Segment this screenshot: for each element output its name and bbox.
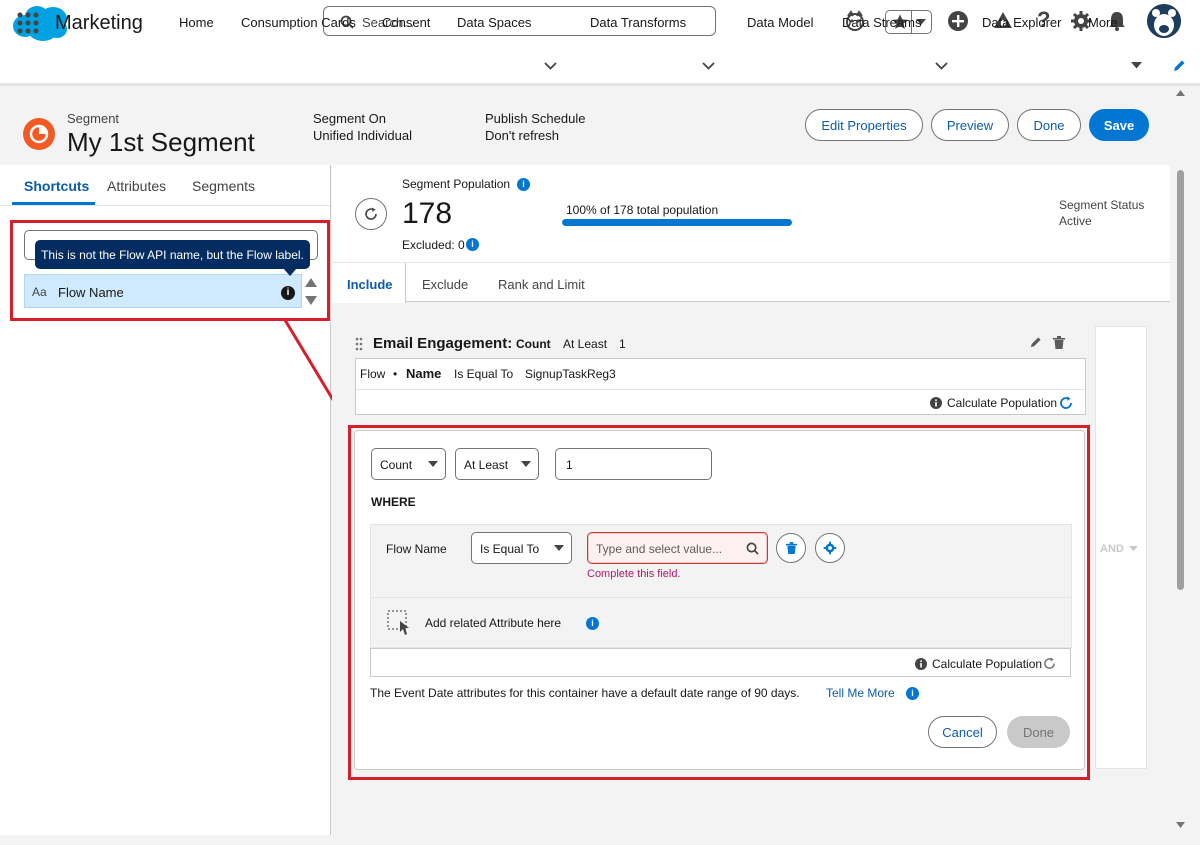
trash-icon[interactable]: [1053, 336, 1065, 349]
population-progress-bar: [562, 219, 792, 226]
tab-exclude[interactable]: Exclude: [422, 277, 468, 292]
criteria-bullet: •: [393, 367, 398, 381]
scroll-down-arrow-icon[interactable]: [1176, 822, 1185, 828]
divider: [356, 389, 1085, 390]
highlight-box: [348, 425, 1090, 780]
tab-include[interactable]: Include: [347, 277, 393, 292]
and-operator[interactable]: AND: [1100, 543, 1124, 555]
criteria-operator: Is Equal To: [454, 367, 514, 381]
segment-status-value: Active: [1059, 214, 1092, 228]
container-operator: At Least: [563, 337, 608, 351]
drag-handle-icon[interactable]: [355, 337, 363, 351]
info-icon[interactable]: i: [517, 178, 530, 191]
criteria-object: Flow: [360, 367, 386, 381]
bottom-strip: [0, 835, 1200, 845]
excluded-count: Excluded: 0: [402, 238, 465, 252]
criteria-value: SignupTaskReg3: [525, 367, 616, 381]
container-value: 1: [619, 337, 626, 351]
scrollbar-thumb[interactable]: [1177, 170, 1184, 590]
tab-rank-and-limit[interactable]: Rank and Limit: [498, 277, 585, 292]
calculate-population-link[interactable]: Calculate Population: [947, 396, 1057, 410]
population-progress-text: 100% of 178 total population: [566, 203, 719, 217]
pencil-icon[interactable]: [1029, 336, 1042, 349]
segment-status-label: Segment Status: [1059, 198, 1145, 212]
population-progress-fill: [562, 219, 792, 226]
container-aggregate: Count: [516, 337, 551, 351]
population-label: Segment Population: [402, 177, 511, 191]
info-icon[interactable]: i: [466, 238, 479, 251]
info-icon[interactable]: [930, 397, 942, 409]
refresh-population-button[interactable]: [355, 198, 387, 230]
caret-down-icon[interactable]: [1129, 546, 1138, 552]
criteria-field: Name: [406, 366, 442, 381]
container-title: Email Engagement:: [373, 335, 513, 352]
scroll-up-arrow-icon[interactable]: [1176, 90, 1185, 96]
refresh-icon[interactable]: [1059, 396, 1073, 410]
refresh-icon: [364, 207, 378, 221]
population-value: 178: [402, 197, 453, 230]
